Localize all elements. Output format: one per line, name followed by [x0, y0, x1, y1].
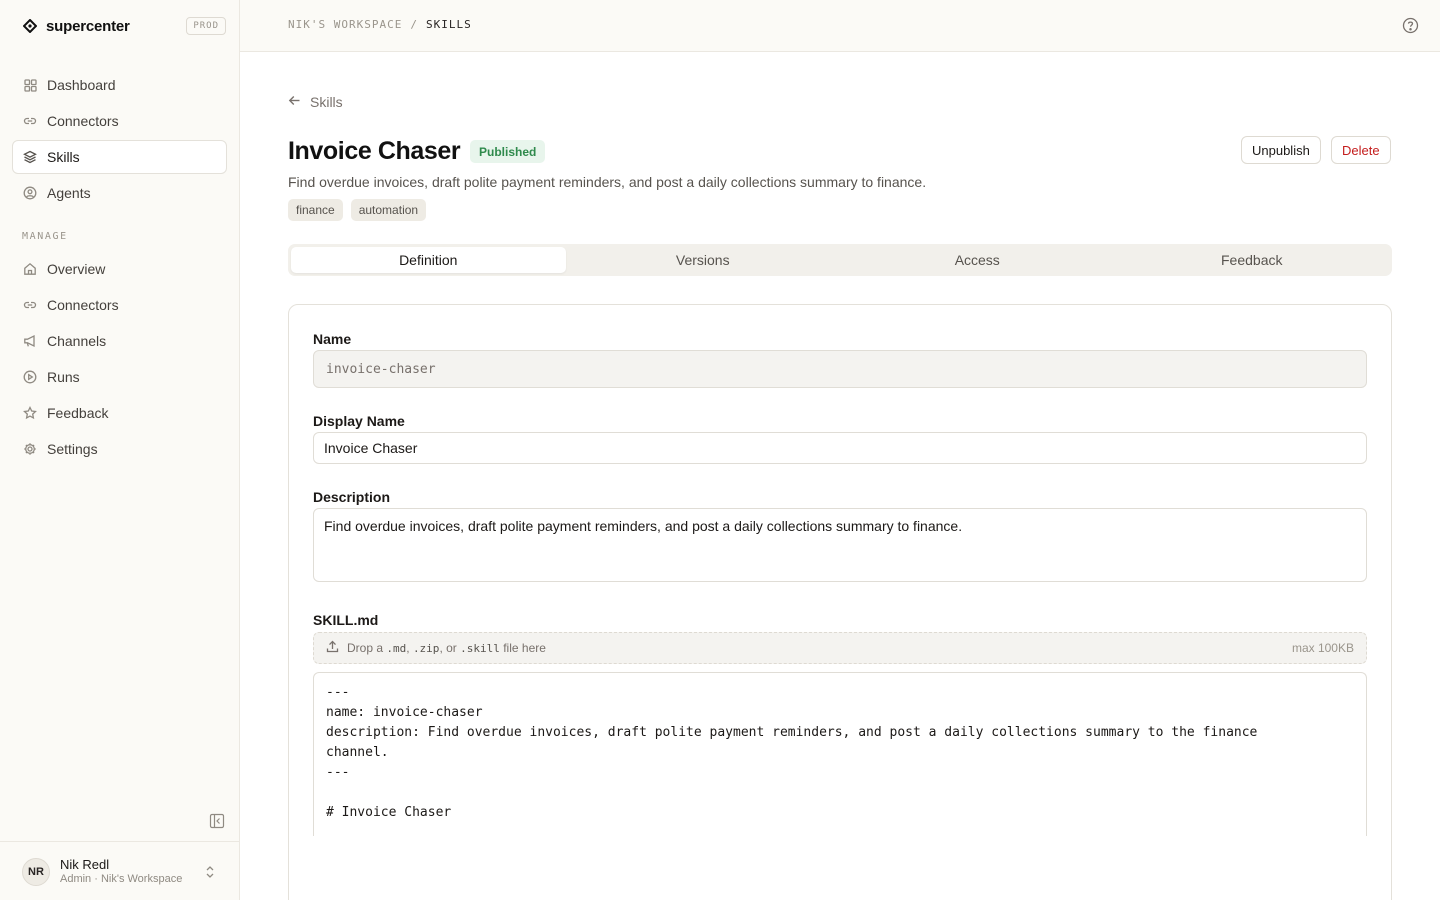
tag: finance: [288, 199, 343, 221]
sidebar-item-skills[interactable]: Skills: [12, 140, 227, 174]
tabs: Definition Versions Access Feedback: [288, 244, 1392, 276]
display-name-field[interactable]: Invoice Chaser: [313, 432, 1367, 464]
name-label: Name: [313, 331, 352, 347]
link-icon: [23, 114, 37, 128]
dropzone-max-size: max 100KB: [1291, 641, 1354, 655]
manage-nav: Overview Connectors Channels Runs Feedba…: [12, 252, 227, 468]
sidebar-item-label: Settings: [47, 441, 98, 457]
skill-md-label: SKILL.md: [313, 612, 379, 628]
breadcrumb-workspace[interactable]: NIK'S WORKSPACE: [288, 18, 402, 31]
card-bottom-edge: [288, 836, 1392, 900]
sidebar-item-label: Connectors: [47, 113, 119, 129]
sidebar: supercenter PROD Dashboard Connectors Sk…: [0, 0, 240, 900]
chevron-up-down-icon[interactable]: [203, 864, 217, 880]
sidebar-item-label: Feedback: [47, 405, 109, 421]
layers-icon: [23, 150, 37, 164]
sidebar-item-label: Agents: [47, 185, 91, 201]
play-circle-icon: [23, 370, 37, 384]
page-title: Invoice Chaser: [288, 137, 461, 165]
sidebar-item-agents[interactable]: Agents: [12, 176, 227, 210]
tag: automation: [350, 199, 427, 221]
editor-line: ---: [326, 765, 350, 780]
logo-icon: [22, 18, 38, 34]
sidebar-item-connectors[interactable]: Connectors: [12, 104, 227, 138]
sidebar-item-settings[interactable]: Settings: [12, 432, 227, 466]
tab-versions[interactable]: Versions: [566, 247, 841, 273]
unpublish-button[interactable]: Unpublish: [1241, 136, 1321, 164]
primary-nav: Dashboard Connectors Skills Agents: [12, 68, 227, 212]
sidebar-item-label: Connectors: [47, 297, 119, 313]
home-icon: [23, 262, 37, 276]
tag-list: finance automation: [288, 199, 427, 221]
delete-button[interactable]: Delete: [1331, 136, 1391, 164]
grid-icon: [23, 78, 37, 92]
editor-line: ---: [326, 685, 350, 700]
sidebar-item-label: Dashboard: [47, 77, 116, 93]
status-badge: Published: [470, 140, 546, 163]
env-badge: PROD: [186, 17, 226, 35]
back-link-label: Skills: [310, 94, 343, 110]
user-circle-icon: [23, 186, 37, 200]
sidebar-collapse-icon[interactable]: [209, 813, 225, 829]
file-dropzone[interactable]: Drop a .md, .zip, or .skill file here ma…: [313, 632, 1367, 664]
sidebar-item-channels[interactable]: Channels: [12, 324, 227, 358]
back-link[interactable]: Skills: [288, 94, 343, 110]
definition-card: Name invoice-chaser Display Name Invoice…: [288, 304, 1392, 900]
user-name: Nik Redl: [60, 857, 110, 872]
sidebar-item-connectors-manage[interactable]: Connectors: [12, 288, 227, 322]
sidebar-item-label: Channels: [47, 333, 107, 349]
link-icon: [23, 298, 37, 312]
skill-md-editor[interactable]: --- name: invoice-chaser description: Fi…: [313, 672, 1367, 842]
editor-line: description: Find overdue invoices, draf…: [326, 725, 1258, 740]
user-role: Admin · Nik's Workspace: [60, 873, 183, 885]
display-name-label: Display Name: [313, 413, 405, 429]
topbar: NIK'S WORKSPACE / SKILLS: [240, 0, 1440, 52]
section-label-manage: MANAGE: [22, 231, 68, 242]
editor-line: channel.: [326, 745, 389, 760]
app-name: supercenter: [46, 17, 130, 35]
name-field: invoice-chaser: [313, 350, 1367, 388]
sidebar-item-label: Overview: [47, 261, 106, 277]
upload-icon: [326, 640, 339, 656]
help-icon[interactable]: [1402, 17, 1419, 34]
tab-feedback[interactable]: Feedback: [1115, 247, 1390, 273]
sidebar-item-feedback[interactable]: Feedback: [12, 396, 227, 430]
breadcrumb: NIK'S WORKSPACE / SKILLS: [288, 18, 472, 31]
sidebar-item-label: Runs: [47, 369, 80, 385]
sidebar-item-runs[interactable]: Runs: [12, 360, 227, 394]
editor-line: name: invoice-chaser: [326, 705, 483, 720]
breadcrumb-current: SKILLS: [425, 18, 472, 31]
star-icon: [23, 406, 37, 420]
editor-line: # Invoice Chaser: [326, 805, 452, 820]
description-textarea[interactable]: Find overdue invoices, draft polite paym…: [313, 508, 1367, 582]
content-bottom-mask: [240, 836, 1440, 900]
brand[interactable]: supercenter: [22, 16, 130, 36]
breadcrumb-separator: /: [410, 18, 418, 31]
arrow-left-icon: [288, 94, 301, 110]
tab-definition[interactable]: Definition: [291, 247, 566, 273]
page-description: Find overdue invoices, draft polite paym…: [288, 174, 927, 190]
sidebar-item-dashboard[interactable]: Dashboard: [12, 68, 227, 102]
tab-access[interactable]: Access: [840, 247, 1115, 273]
megaphone-icon: [23, 334, 37, 348]
description-label: Description: [313, 489, 391, 505]
sidebar-item-label: Skills: [47, 149, 80, 165]
avatar: NR: [22, 858, 50, 886]
sidebar-item-overview[interactable]: Overview: [12, 252, 227, 286]
user-menu[interactable]: NR Nik Redl Admin · Nik's Workspace: [0, 841, 239, 900]
gear-icon: [23, 442, 37, 456]
dropzone-text: Drop a .md, .zip, or .skill file here: [347, 641, 546, 655]
